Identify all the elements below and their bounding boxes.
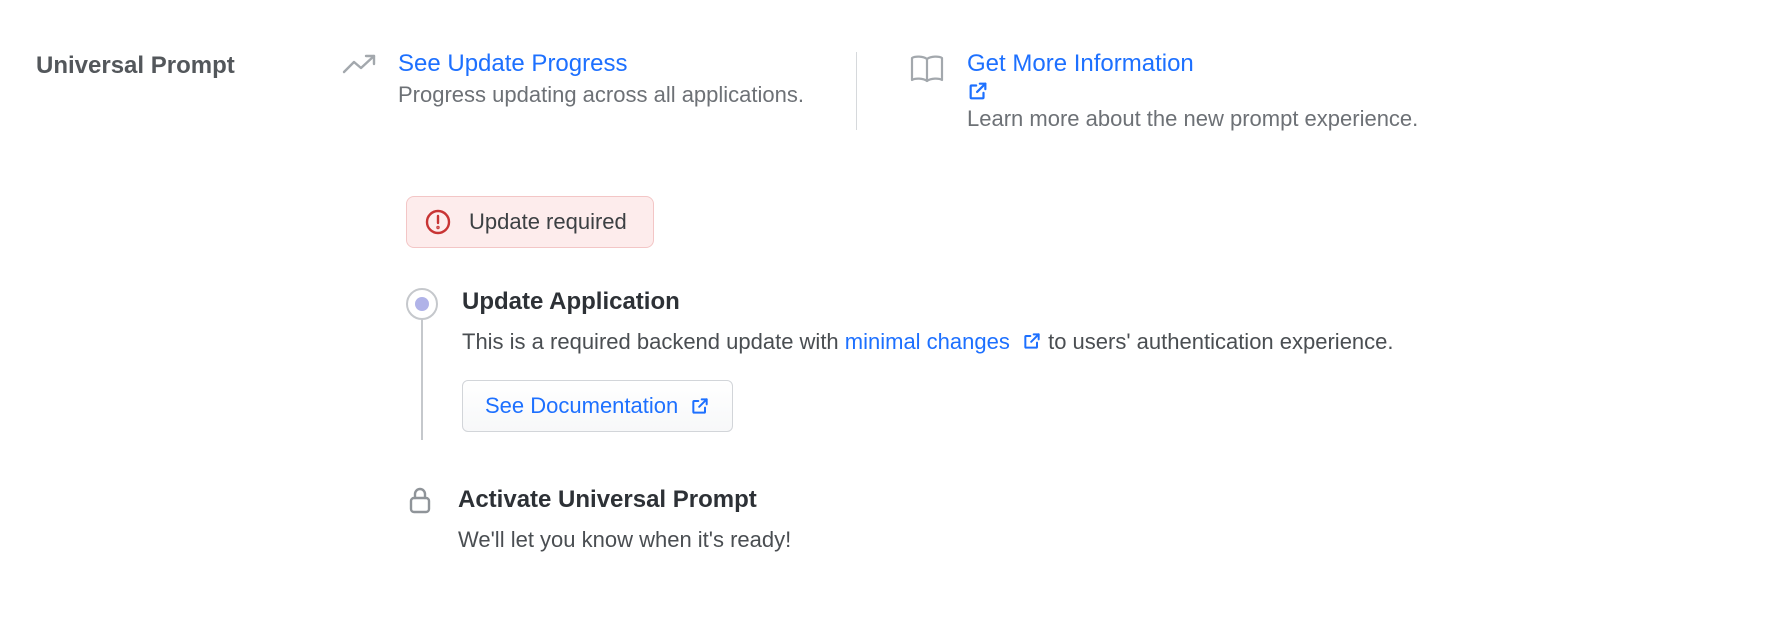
external-link-icon [967, 80, 1418, 102]
more-info-desc: Learn more about the new prompt experien… [967, 106, 1418, 132]
trend-up-icon [342, 54, 376, 76]
step-update-title: Update Application [462, 288, 1394, 316]
step-activate-universal-prompt: Activate Universal Prompt We'll let you … [406, 486, 1756, 556]
more-info-block: Get More Information Learn more about th… [909, 50, 1418, 132]
section-label: Universal Prompt [36, 52, 342, 80]
book-icon [909, 54, 945, 84]
external-link-icon [1022, 331, 1042, 351]
step-bullet-active-icon [406, 288, 438, 320]
step-update-desc-after: to users' authentication experience. [1042, 329, 1394, 354]
see-documentation-button[interactable]: See Documentation [462, 380, 733, 432]
step-update-application: Update Application This is a required ba… [406, 288, 1756, 432]
alert-icon [425, 209, 451, 235]
get-more-info-link[interactable]: Get More Information [967, 50, 1418, 102]
update-progress-desc: Progress updating across all application… [398, 82, 804, 108]
get-more-info-text: Get More Information [967, 50, 1194, 77]
minimal-changes-text: minimal changes [845, 329, 1010, 354]
see-update-progress-link[interactable]: See Update Progress [398, 50, 627, 77]
step-activate-desc: We'll let you know when it's ready! [458, 524, 791, 556]
timeline-connector [421, 318, 423, 440]
minimal-changes-link[interactable]: minimal changes [845, 329, 1042, 354]
alert-text: Update required [469, 209, 627, 235]
external-link-icon [690, 396, 710, 416]
lock-icon [406, 486, 434, 514]
step-update-desc: This is a required backend update with m… [462, 326, 1394, 358]
step-update-desc-before: This is a required backend update with [462, 329, 845, 354]
update-progress-block: See Update Progress Progress updating ac… [342, 50, 804, 132]
update-required-alert: Update required [406, 196, 654, 248]
step-activate-title: Activate Universal Prompt [458, 486, 791, 514]
vertical-separator [856, 52, 857, 130]
see-documentation-text: See Documentation [485, 393, 678, 419]
